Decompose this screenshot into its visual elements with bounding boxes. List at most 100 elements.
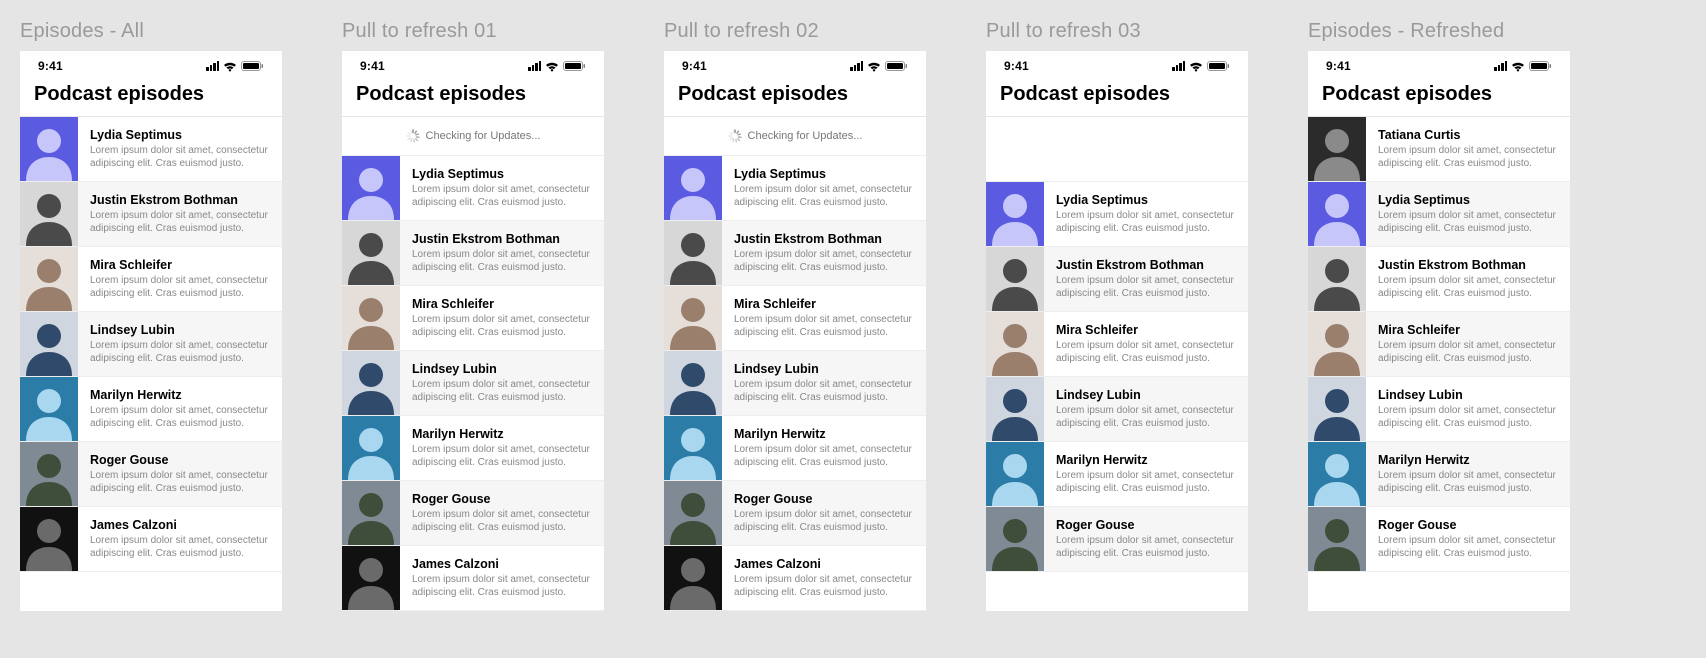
episode-author: Roger Gouse [90,453,270,467]
artboard-label: Pull to refresh 01 [342,20,604,43]
list-item-body: James CalzoniLorem ipsum dolor sit amet,… [78,510,282,568]
battery-icon [1207,61,1230,71]
avatar [1308,507,1366,571]
list-item-body: Roger GouseLorem ipsum dolor sit amet, c… [1366,510,1570,568]
avatar [20,182,78,246]
episodes-list[interactable]: Lydia SeptimusLorem ipsum dolor sit amet… [986,182,1248,611]
status-icons [1172,61,1230,72]
list-item[interactable]: Marilyn HerwitzLorem ipsum dolor sit ame… [1308,442,1570,507]
list-item[interactable]: Roger GouseLorem ipsum dolor sit amet, c… [342,481,604,546]
episode-description: Lorem ipsum dolor sit amet, consectetur … [1378,209,1558,235]
avatar [664,286,722,350]
avatar [342,156,400,220]
episode-description: Lorem ipsum dolor sit amet, consectetur … [412,573,592,599]
battery-icon [885,61,908,71]
list-item[interactable]: Justin Ekstrom BothmanLorem ipsum dolor … [342,221,604,286]
list-item[interactable]: Mira SchleiferLorem ipsum dolor sit amet… [1308,312,1570,377]
episode-description: Lorem ipsum dolor sit amet, consectetur … [1056,209,1236,235]
list-item[interactable]: Mira SchleiferLorem ipsum dolor sit amet… [986,312,1248,377]
cellular-signal-icon [528,61,541,71]
avatar [1308,182,1366,246]
list-item[interactable]: James CalzoniLorem ipsum dolor sit amet,… [342,546,604,611]
status-time: 9:41 [682,59,707,73]
list-item[interactable]: Marilyn HerwitzLorem ipsum dolor sit ame… [664,416,926,481]
episode-author: Justin Ekstrom Bothman [1056,258,1236,272]
list-item[interactable]: Marilyn HerwitzLorem ipsum dolor sit ame… [986,442,1248,507]
list-item[interactable]: James CalzoniLorem ipsum dolor sit amet,… [20,507,282,572]
episode-author: Lindsey Lubin [1378,388,1558,402]
avatar [1308,377,1366,441]
list-item-body: Mira SchleiferLorem ipsum dolor sit amet… [722,289,926,347]
episode-author: Mira Schleifer [1056,323,1236,337]
list-item[interactable]: Lydia Septimus Lorem ipsum dolor sit amet… [1308,182,1570,247]
list-item-body: Marilyn HerwitzLorem ipsum dolor sit ame… [400,419,604,477]
avatar [664,416,722,480]
status-time: 9:41 [1326,59,1351,73]
list-item[interactable]: Justin Ekstrom BothmanLorem ipsum dolor … [664,221,926,286]
phone-frame: 9:41Podcast episodesLydia SeptimusLorem … [986,51,1248,611]
list-item[interactable]: Lindsey LubinLorem ipsum dolor sit amet,… [986,377,1248,442]
episode-description: Lorem ipsum dolor sit amet, consectetur … [734,248,914,274]
list-item[interactable]: Justin Ekstrom BothmanLorem ipsum dolor … [1308,247,1570,312]
list-item[interactable]: Lindsey LubinLorem ipsum dolor sit amet,… [342,351,604,416]
list-item-body: Mira SchleiferLorem ipsum dolor sit amet… [1366,315,1570,373]
cellular-signal-icon [1172,61,1185,71]
list-item[interactable]: Lindsey LubinLorem ipsum dolor sit amet,… [20,312,282,377]
list-item[interactable]: Roger GouseLorem ipsum dolor sit amet, c… [1308,507,1570,572]
avatar [986,312,1044,376]
episode-description: Lorem ipsum dolor sit amet, consectetur … [1378,144,1558,170]
list-item[interactable]: Lydia SeptimusLorem ipsum dolor sit amet… [664,156,926,221]
phone-frame: 9:41 Podcast episodes Tatiana CurtisLorem … [1308,51,1570,611]
list-item[interactable]: Lydia SeptimusLorem ipsum dolor sit amet… [20,117,282,182]
episode-description: Lorem ipsum dolor sit amet, consectetur … [1378,469,1558,495]
battery-icon [241,61,264,71]
episodes-list[interactable]: Tatiana CurtisLorem ipsum dolor sit amet… [1308,117,1570,611]
list-item-body: Mira SchleiferLorem ipsum dolor sit amet… [78,250,282,308]
list-item[interactable]: Marilyn HerwitzLorem ipsum dolor sit ame… [342,416,604,481]
avatar [1308,442,1366,506]
page-header: Podcast episodes [664,81,926,117]
status-bar: 9:41 [664,51,926,81]
list-item-body: Justin Ekstrom BothmanLorem ipsum dolor … [1366,250,1570,308]
list-item[interactable]: Marilyn Herwitz Lorem ipsum dolor sit ame… [20,377,282,442]
episodes-list[interactable]: Lydia SeptimusLorem ipsum dolor sit amet… [20,117,282,611]
avatar [342,546,400,610]
list-item[interactable]: Lydia SeptimusLorem ipsum dolor sit amet… [342,156,604,221]
episode-author: Lydia Septimus [1378,193,1558,207]
episode-author: Roger Gouse [1056,518,1236,532]
list-item[interactable]: Mira SchleiferLorem ipsum dolor sit amet… [342,286,604,351]
list-item[interactable]: Tatiana CurtisLorem ipsum dolor sit amet… [1308,117,1570,182]
artboard-label: Pull to refresh 03 [986,20,1248,43]
episode-author: Justin Ekstrom Bothman [412,232,592,246]
status-bar: 9:41 [20,51,282,81]
list-item[interactable]: Roger GouseLorem ipsum dolor sit amet, c… [20,442,282,507]
avatar [664,351,722,415]
episode-author: James Calzoni [90,518,270,532]
episode-author: Marilyn Herwitz [1056,453,1236,467]
list-item[interactable]: Mira SchleiferLorem ipsum dolor sit amet… [20,247,282,312]
avatar [342,416,400,480]
list-item[interactable]: Justin Ekstrom BothmanLorem ipsum dolor … [20,182,282,247]
list-item[interactable]: Lydia SeptimusLorem ipsum dolor sit amet… [986,182,1248,247]
pull-to-refresh-indicator: Checking for Updates... [342,117,604,156]
list-item[interactable]: Justin Ekstrom BothmanLorem ipsum dolor … [986,247,1248,312]
list-item[interactable]: Lindsey LubinLorem ipsum dolor sit amet,… [664,351,926,416]
cellular-signal-icon [1494,61,1507,71]
list-item[interactable]: Roger GouseLorem ipsum dolor sit amet, c… [664,481,926,546]
episode-author: Roger Gouse [734,492,914,506]
battery-icon [563,61,586,71]
page-title: Podcast episodes [678,83,912,106]
list-item[interactable]: Lindsey LubinLorem ipsum dolor sit amet,… [1308,377,1570,442]
episode-description: Lorem ipsum dolor sit amet, consectetur … [90,404,270,430]
avatar [986,182,1044,246]
episode-author: Marilyn Herwitz [90,388,270,402]
page-title: Podcast episodes [1322,83,1556,106]
artboard-label: Episodes - Refreshed [1308,20,1570,43]
episodes-list[interactable]: Lydia SeptimusLorem ipsum dolor sit amet… [664,156,926,611]
episodes-list[interactable]: Lydia SeptimusLorem ipsum dolor sit amet… [342,156,604,611]
list-item-body: Justin Ekstrom BothmanLorem ipsum dolor … [400,224,604,282]
list-item[interactable]: Mira SchleiferLorem ipsum dolor sit amet… [664,286,926,351]
list-item[interactable]: Roger GouseLorem ipsum dolor sit amet, c… [986,507,1248,572]
list-item[interactable]: James CalzoniLorem ipsum dolor sit amet,… [664,546,926,611]
page-title: Podcast episodes [1000,83,1234,106]
